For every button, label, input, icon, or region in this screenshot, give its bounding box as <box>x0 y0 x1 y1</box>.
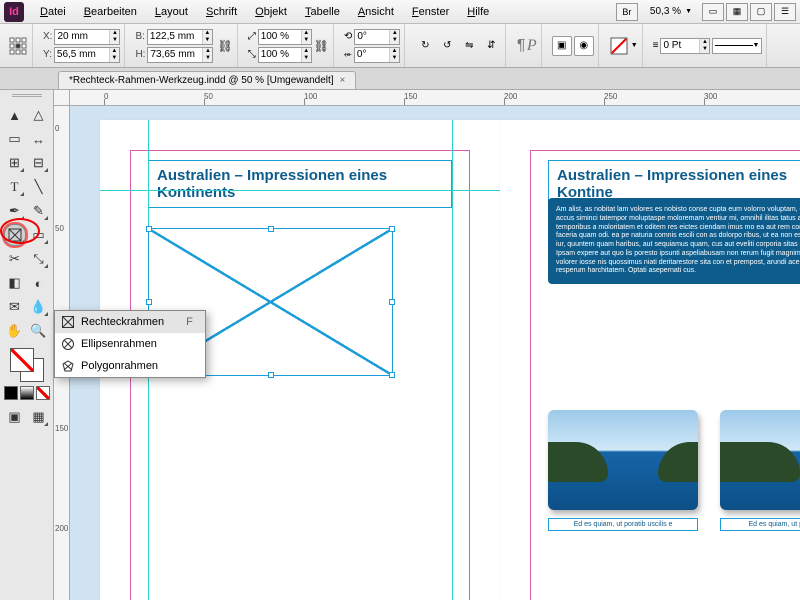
control-bar: X:▲▼ Y:▲▼ B:▲▼ H:▲▼ ⛓ ⤢▲▼ ⤡▲▼ ⛓ ⟲▲▼ ⬰▲▼ … <box>0 24 800 68</box>
apply-gradient-icon[interactable] <box>20 386 34 400</box>
y-field[interactable] <box>55 49 109 60</box>
normal-view-mode[interactable]: ▣ <box>4 406 26 428</box>
fill-stroke-swatch[interactable] <box>10 348 44 382</box>
view-mode-1[interactable]: ▭ <box>702 3 724 21</box>
page-right: Australien – Impressionen eines Kontine … <box>500 120 800 600</box>
preview-mode[interactable]: ▦ <box>28 406 50 428</box>
menu-bearbeiten[interactable]: Bearbeiten <box>76 4 145 20</box>
document-tab-title: *Rechteck-Rahmen-Werkzeug.indd @ 50 % [U… <box>69 75 334 86</box>
arrange-button[interactable]: ☰ <box>774 3 796 21</box>
screen-mode[interactable]: ▢ <box>750 3 772 21</box>
close-tab-icon[interactable]: × <box>340 75 346 86</box>
zoom-tool[interactable]: 🔍 <box>28 320 50 342</box>
char-style-icon[interactable]: P <box>527 37 537 55</box>
constrain-scale-icon[interactable]: ⛓ <box>314 39 329 53</box>
scissors-tool[interactable]: ✂ <box>4 248 26 270</box>
document-tab[interactable]: *Rechteck-Rahmen-Werkzeug.indd @ 50 % [U… <box>58 71 356 89</box>
reference-point[interactable] <box>4 24 33 67</box>
menu-layout[interactable]: Layout <box>147 4 196 20</box>
horizontal-ruler[interactable]: 0 50 100 150 200 250 300 350 <box>70 90 800 106</box>
headline-left[interactable]: Australien – Impressionen eines Kontinen… <box>148 160 452 208</box>
rectangle-tool[interactable]: ▭ <box>28 224 50 246</box>
menu-ansicht[interactable]: Ansicht <box>350 4 402 20</box>
gradient-feather-tool[interactable]: ◐ <box>28 272 50 294</box>
content-placer-tool[interactable]: ⊟ <box>28 152 50 174</box>
photo-2[interactable] <box>720 410 800 510</box>
menu-fenster[interactable]: Fenster <box>404 4 457 20</box>
note-tool[interactable]: ✉ <box>4 296 26 318</box>
photo-1[interactable] <box>548 410 698 510</box>
pencil-tool[interactable]: ✎ <box>28 200 50 222</box>
w-field[interactable] <box>148 31 202 42</box>
shear-icon: ⬰ <box>344 49 352 60</box>
para-style-icon[interactable]: ¶ <box>516 37 525 55</box>
polygon-frame-icon <box>61 359 75 373</box>
caption-1[interactable]: Ed es quiam, ut poratib uscilis e <box>548 518 698 531</box>
flyout-ellipsenrahmen[interactable]: Ellipsenrahmen <box>55 333 205 355</box>
menu-objekt[interactable]: Objekt <box>247 4 295 20</box>
frame-tool-flyout: Rechteckrahmen F Ellipsenrahmen Polygonr… <box>54 310 206 378</box>
ellipse-frame-icon <box>61 337 75 351</box>
gap-tool[interactable]: ↔ <box>28 128 50 150</box>
content-collector-tool[interactable]: ⊞ <box>4 152 26 174</box>
constrain-wh-icon[interactable]: ⛓ <box>217 39 232 53</box>
scale-y-field[interactable] <box>259 49 301 60</box>
stroke-weight-icon: ≡ <box>653 40 659 51</box>
menu-schrift[interactable]: Schrift <box>198 4 245 20</box>
free-transform-tool[interactable]: ⤡ <box>28 248 50 270</box>
rotate-icon: ⟲ <box>344 31 352 42</box>
menu-tabelle[interactable]: Tabelle <box>297 4 348 20</box>
body-text-frame[interactable]: Am alist, as nobitat lam volores es nobi… <box>548 198 800 284</box>
rotate-cw-icon[interactable]: ↻ <box>415 36 435 56</box>
page-tool[interactable]: ▭ <box>4 128 26 150</box>
menu-hilfe[interactable]: Hilfe <box>459 4 497 20</box>
x-field[interactable] <box>55 31 109 42</box>
selection-tool[interactable]: ▲ <box>4 104 26 126</box>
document-tab-bar: *Rechteck-Rahmen-Werkzeug.indd @ 50 % [U… <box>0 68 800 90</box>
ruler-origin[interactable] <box>54 90 70 106</box>
caption-2[interactable]: Ed es quiam, ut poratib uscilis <box>720 518 800 531</box>
rotate-field[interactable] <box>355 31 389 42</box>
stroke-style-dropdown[interactable]: ▼ <box>712 38 762 54</box>
zoom-dropdown-icon[interactable]: ▼ <box>685 8 692 15</box>
rectangle-frame-tool[interactable] <box>4 224 26 246</box>
shear-field[interactable] <box>355 49 389 60</box>
apply-color-icon[interactable] <box>4 386 18 400</box>
select-content-icon[interactable]: ◉ <box>574 36 594 56</box>
rotate-ccw-icon[interactable]: ↺ <box>437 36 457 56</box>
zoom-level[interactable]: 50,3 % <box>650 6 681 17</box>
apply-none-icon[interactable] <box>36 386 50 400</box>
eyedropper-tool[interactable]: 💧 <box>28 296 50 318</box>
flyout-rechteckrahmen[interactable]: Rechteckrahmen F <box>55 311 205 333</box>
direct-selection-tool[interactable]: △ <box>28 104 50 126</box>
view-mode-2[interactable]: ▦ <box>726 3 748 21</box>
rect-frame-icon <box>61 315 75 329</box>
scale-y-icon: ⤡ <box>248 49 256 60</box>
stroke-weight-field[interactable] <box>661 40 699 51</box>
flip-h-icon[interactable]: ⇋ <box>459 36 479 56</box>
scale-x-field[interactable] <box>259 31 301 42</box>
pen-tool[interactable]: ✒ <box>4 200 26 222</box>
gradient-swatch-tool[interactable]: ◧ <box>4 272 26 294</box>
fill-swatch[interactable] <box>609 36 629 56</box>
h-field[interactable] <box>148 49 202 60</box>
menu-bar: Id Datei Bearbeiten Layout Schrift Objek… <box>0 0 800 24</box>
bridge-button[interactable]: Br <box>616 3 638 21</box>
menu-datei[interactable]: Datei <box>32 4 74 20</box>
type-tool[interactable]: T <box>4 176 26 198</box>
line-tool[interactable]: ╲ <box>28 176 50 198</box>
scale-x-icon: ⤢ <box>248 31 256 42</box>
tools-panel: ▲△ ▭↔ ⊞⊟ T╲ ✒✎ ▭ ✂⤡ ◧◐ ✉💧 ✋🔍 ▣▦ <box>0 90 54 600</box>
select-container-icon[interactable]: ▣ <box>552 36 572 56</box>
flyout-polygonrahmen[interactable]: Polygonrahmen <box>55 355 205 377</box>
app-icon: Id <box>4 2 24 22</box>
fill-dropdown-icon[interactable]: ▼ <box>631 42 638 49</box>
flip-v-icon[interactable]: ⇵ <box>481 36 501 56</box>
panel-grip[interactable] <box>12 94 42 100</box>
hand-tool[interactable]: ✋ <box>4 320 26 342</box>
